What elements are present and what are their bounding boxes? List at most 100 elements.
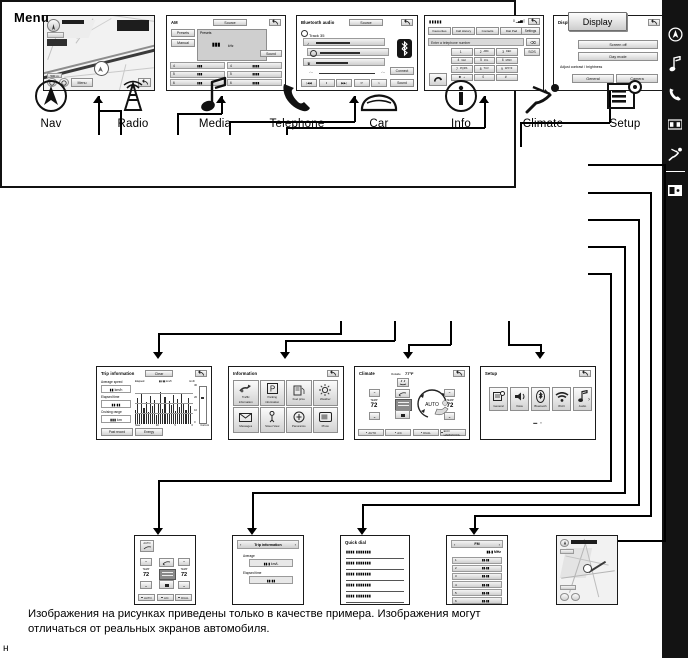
- back-arrow-icon[interactable]: [648, 19, 660, 26]
- quick-dial-row[interactable]: ▮▮▮▮ ▮▮▮▮▮▮▮: [346, 561, 404, 570]
- climate-small-auto-button[interactable]: AUTO: [140, 540, 154, 552]
- info-tile-panoramio[interactable]: Panoramio: [286, 407, 312, 433]
- phone-key-2[interactable]: 2 ABC: [473, 48, 495, 56]
- screen-radio-small[interactable]: ‹ FM › ▮▮.▮ MHz 1 ▮▮.▮▮ 2 ▮▮.▮▮ 3 ▮▮.▮▮ 4 ▮▮.▮▮…: [446, 535, 508, 605]
- climate-bottom-bar[interactable]: AUTO A/C DUAL ECO HARD/COOL: [358, 429, 466, 437]
- quick-dial-row[interactable]: ▮▮▮▮ ▮▮▮▮▮▮▮: [346, 572, 404, 581]
- screen-climate[interactable]: Climate Outside 77°F ⌃ TEMP 72 ⌄ AUTO ⌃ …: [354, 366, 470, 440]
- menu-item-nav[interactable]: Nav: [22, 72, 80, 130]
- radio-preset-button[interactable]: 4 ▮▮▮▮: [227, 62, 282, 69]
- info-tile-traffic[interactable]: Traffic information: [233, 380, 259, 406]
- sidebar-car-icon[interactable]: [662, 109, 688, 139]
- trip-small-header[interactable]: ‹ Trip information ›: [237, 540, 299, 549]
- sidebar-phone-handset-icon[interactable]: [662, 79, 688, 109]
- info-tile-messages[interactable]: Messages: [233, 407, 259, 433]
- radio-small-preset-list[interactable]: 1 ▮▮.▮▮ 2 ▮▮.▮▮ 3 ▮▮.▮▮ 4 ▮▮.▮▮ 5 ▮▮.▮▮ 6 ▮▮.▮▮: [452, 557, 502, 606]
- chevron-left-icon[interactable]: ‹: [454, 542, 455, 547]
- bluetooth-album-row[interactable]: ♛: [303, 58, 385, 66]
- climate-small-bottom-bar[interactable]: AUTO A/C DUAL: [138, 594, 192, 601]
- bluetooth-song-row[interactable]: ♪: [303, 38, 385, 46]
- chevron-right-icon[interactable]: ›: [499, 542, 500, 547]
- menu-item-radio[interactable]: Radio: [104, 72, 162, 130]
- nav-route-button[interactable]: [47, 32, 64, 38]
- setup-tile-bluetooth[interactable]: Bluetooth: [531, 387, 550, 411]
- phone-settings-button[interactable]: Settings: [521, 27, 540, 35]
- climate-right-temp-down[interactable]: ⌄: [444, 412, 455, 420]
- radio-manual-tab[interactable]: Manual: [171, 39, 195, 47]
- phone-key-1[interactable]: 1: [451, 48, 473, 56]
- climate-left-temp-up[interactable]: ⌃: [369, 389, 380, 397]
- radio-presets-tab[interactable]: Presets: [171, 29, 195, 37]
- menu-item-setup[interactable]: Setup: [596, 72, 654, 130]
- phone-key-4[interactable]: 4 GHI: [451, 56, 473, 64]
- screen-trip-information[interactable]: Trip information Clear Average speed ▮▮ …: [96, 366, 212, 440]
- trip-energy-button[interactable]: Energy: [135, 428, 163, 436]
- climate-button-a-c[interactable]: A/C: [156, 594, 174, 601]
- sidebar-display-screen-icon[interactable]: [662, 175, 688, 205]
- screen-trip-small[interactable]: ‹ Trip information › Average ▮▮.▮ km/L E…: [232, 535, 304, 605]
- back-arrow-icon[interactable]: [453, 370, 465, 377]
- display-screen-off-button[interactable]: Screen off: [578, 40, 658, 49]
- nav-small-compass-button[interactable]: [560, 539, 569, 547]
- setup-tile-wi-fi[interactable]: Wi-Fi: [552, 387, 571, 411]
- nav-small-zoom-out[interactable]: [560, 593, 569, 601]
- back-arrow-icon[interactable]: [579, 370, 591, 377]
- setup-tile-row[interactable]: General Voice Bluetooth Wi-Fi Audio: [489, 387, 592, 411]
- menu-item-media[interactable]: Media: [186, 72, 244, 130]
- nav-small-zoom-in[interactable]: [571, 593, 580, 601]
- climate-button-dual[interactable]: DUAL: [175, 594, 192, 601]
- climate-left-temp-down[interactable]: ⌄: [369, 412, 380, 420]
- quick-dial-list[interactable]: ▮▮▮▮ ▮▮▮▮▮▮▮ ▮▮▮▮ ▮▮▮▮▮▮▮ ▮▮▮▮ ▮▮▮▮▮▮▮ ▮▮▮▮…: [346, 550, 404, 605]
- display-day-mode-button[interactable]: Day mode: [578, 52, 658, 61]
- climate-small-left-up[interactable]: ⌃: [140, 558, 152, 566]
- radio-small-preset-row[interactable]: 3 ▮▮.▮▮: [452, 573, 502, 580]
- phone-tab-dial-pad[interactable]: Dial Pad: [500, 27, 523, 35]
- menu-item-grid[interactable]: Nav Radio Media Telephone Car Info Climate Setu…: [22, 72, 654, 130]
- phone-tab-call-history[interactable]: Call History: [452, 27, 475, 35]
- info-tile-parking[interactable]: P Parking information: [259, 380, 285, 406]
- bluetooth-artist-row[interactable]: [307, 48, 389, 57]
- chevron-right-icon[interactable]: ›: [295, 542, 296, 547]
- back-arrow-icon[interactable]: [195, 370, 207, 377]
- radio-small-preset-row[interactable]: 2 ▮▮.▮▮: [452, 565, 502, 572]
- screen-setup[interactable]: Setup General Voice Bluetooth Wi-Fi Audio › …: [480, 366, 596, 440]
- phone-number-input[interactable]: Enter a telephone number: [428, 38, 524, 46]
- climate-button-auto[interactable]: AUTO: [358, 429, 384, 436]
- info-tile-fuel-price[interactable]: Fuel price: [286, 380, 312, 406]
- back-arrow-icon[interactable]: [327, 370, 339, 377]
- climate-defrost-button[interactable]: [397, 378, 409, 387]
- phone-tab-contacts[interactable]: Contacts: [476, 27, 499, 35]
- information-tile-grid[interactable]: Traffic information P Parking information Fue…: [233, 380, 339, 433]
- info-tile-street-view[interactable]: Street View: [259, 407, 285, 433]
- back-arrow-icon[interactable]: [269, 19, 281, 26]
- sidebar-music-note-icon[interactable]: [662, 49, 688, 79]
- phone-tab-favourites[interactable]: Favourites: [428, 27, 451, 35]
- phone-key-5[interactable]: 5 JKL: [473, 56, 495, 64]
- climate-small-mode-foot[interactable]: [159, 580, 174, 589]
- radio-preset-button[interactable]: 4 ▮▮▮: [170, 62, 225, 69]
- trip-clear-button[interactable]: Clear: [145, 370, 173, 377]
- menu-sidebar[interactable]: [662, 0, 688, 658]
- climate-button-eco-hard-cool[interactable]: ECO HARD/COOL: [440, 429, 466, 437]
- setup-tile-general[interactable]: General: [489, 387, 508, 411]
- back-arrow-icon[interactable]: [401, 19, 413, 26]
- screen-climate-small[interactable]: AUTO ⌃ TEMP 72 ⌄ ⌃ TEMP 72 ⌄ AUTO A/C DUAL: [134, 535, 196, 605]
- radio-sound-button[interactable]: Sound: [260, 50, 282, 57]
- bluetooth-source-button[interactable]: Source: [349, 19, 383, 26]
- trip-past-record-button[interactable]: Past record: [101, 428, 133, 436]
- menu-item-climate[interactable]: Climate: [514, 72, 572, 130]
- climate-small-right-down[interactable]: ⌄: [178, 581, 190, 589]
- setup-tile-voice[interactable]: Voice: [510, 387, 529, 411]
- climate-small-left-down[interactable]: ⌄: [140, 581, 152, 589]
- climate-right-temp-up[interactable]: ⌃: [444, 389, 455, 397]
- radio-small-preset-row[interactable]: 5 ▮▮.▮▮: [452, 589, 502, 596]
- phone-backspace-button[interactable]: ⌫: [526, 38, 540, 46]
- phone-key-3[interactable]: 3 DEF: [496, 48, 518, 56]
- quick-dial-row[interactable]: ▮▮▮▮ ▮▮▮▮▮▮▮: [346, 583, 404, 592]
- back-arrow-icon[interactable]: [528, 18, 540, 25]
- screen-quick-dial[interactable]: Quick dial ▮▮▮▮ ▮▮▮▮▮▮▮ ▮▮▮▮ ▮▮▮▮▮▮▮ ▮▮▮▮ …: [340, 535, 410, 605]
- climate-mode-face-button[interactable]: [395, 389, 410, 398]
- radio-small-preset-row[interactable]: 1 ▮▮.▮▮: [452, 557, 502, 564]
- chevron-left-icon[interactable]: ‹: [240, 542, 241, 547]
- radio-source-button[interactable]: Source: [213, 19, 247, 26]
